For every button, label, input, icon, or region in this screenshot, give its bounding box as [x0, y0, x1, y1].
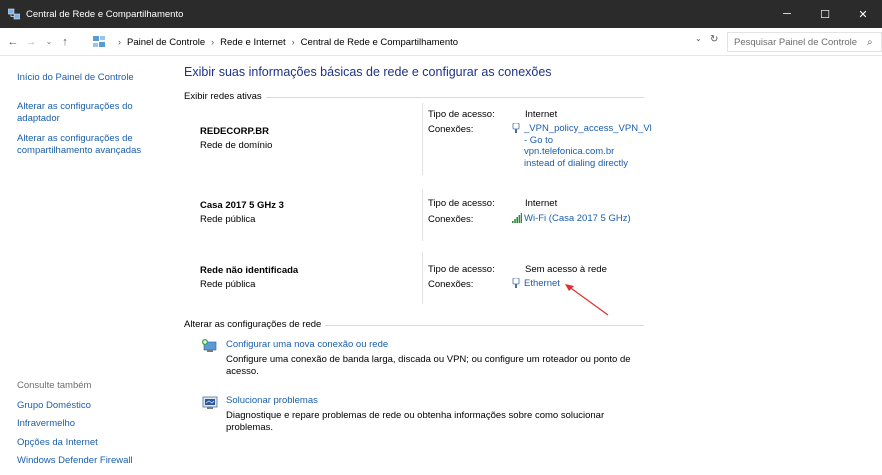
network-type: Rede pública [200, 214, 256, 225]
up-button[interactable]: ↑ [58, 32, 72, 52]
network-name: Rede não identificada [200, 265, 299, 276]
ethernet-connection-link[interactable]: Ethernet [512, 277, 560, 293]
new-connection-icon [201, 338, 219, 356]
see-also-heading: Consulte também [17, 380, 92, 391]
change-adapter-settings-link[interactable]: Alterar as configurações do adaptador [17, 101, 157, 125]
vpn-connection-link[interactable]: _VPN_policy_access_VPN_Vl - Go to vpn.te… [512, 122, 652, 169]
see-also-infrared-link[interactable]: Infravermelho [17, 418, 75, 430]
change-sharing-settings-link[interactable]: Alterar as configurações de compartilham… [17, 133, 167, 157]
search-icon[interactable]: ⌕ [867, 37, 881, 48]
back-button[interactable]: ← [6, 32, 20, 52]
access-type-value: Internet [525, 198, 558, 209]
column-divider [422, 189, 423, 241]
search-placeholder: Pesquisar Painel de Controle [734, 36, 858, 48]
connections-label: Conexões: [428, 279, 474, 290]
network-name: REDECORP.BR [200, 126, 269, 137]
breadcrumb-separator: › [211, 37, 215, 47]
setup-new-connection-link[interactable]: Configurar uma nova conexão ou rede [226, 339, 388, 350]
access-type-label: Tipo de acesso: [428, 109, 495, 120]
wifi-signal-icon [512, 213, 522, 227]
address-bar: ← → ⌄ ↑ › Painel de Controle › Rede e In… [0, 28, 882, 56]
column-divider [422, 252, 423, 304]
connections-label: Conexões: [428, 214, 474, 225]
setup-new-connection-description: Configure uma conexão de banda larga, di… [226, 354, 631, 377]
access-type-label: Tipo de acesso: [428, 198, 495, 209]
close-button[interactable]: ✕ [844, 0, 882, 28]
see-also-firewall-link[interactable]: Windows Defender Firewall [17, 455, 133, 467]
control-panel-icon [92, 35, 106, 49]
breadcrumb-central[interactable]: Central de Rede e Compartilhamento [301, 37, 458, 48]
breadcrumb-rede-internet[interactable]: Rede e Internet [220, 37, 286, 48]
breadcrumb[interactable]: › Painel de Controle › Rede e Internet ›… [92, 32, 700, 52]
maximize-button[interactable]: ☐ [806, 0, 844, 28]
breadcrumb-painel[interactable]: Painel de Controle [127, 37, 205, 48]
page-title: Exibir suas informações básicas de rede … [184, 65, 552, 79]
access-type-value: Sem acesso à rede [525, 264, 607, 275]
annotation-arrow [565, 284, 609, 316]
refresh-icon[interactable]: ↻ [710, 34, 718, 45]
breadcrumb-separator: › [118, 37, 121, 47]
minimize-button[interactable]: ─ [768, 0, 806, 28]
see-also-homegroup-link[interactable]: Grupo Doméstico [17, 400, 91, 412]
ethernet-connection-text: Ethernet [524, 278, 560, 289]
network-type: Rede pública [200, 279, 256, 290]
network-type: Rede de domínio [200, 140, 273, 151]
recent-locations-button[interactable]: ⌄ [42, 32, 56, 52]
forward-button[interactable]: → [24, 32, 38, 52]
access-type-label: Tipo de acesso: [428, 264, 495, 275]
vpn-connection-text: _VPN_policy_access_VPN_Vl - Go to vpn.te… [524, 123, 652, 169]
control-panel-home-link[interactable]: Início do Painel de Controle [17, 72, 167, 84]
troubleshoot-icon [201, 394, 219, 412]
main-content: Exibir suas informações básicas de rede … [172, 56, 882, 475]
address-dropdown-icon[interactable]: ⌄ [695, 34, 702, 43]
column-divider [422, 103, 423, 175]
vpn-adapter-icon [512, 122, 522, 169]
wifi-connection-text: Wi-Fi (Casa 2017 5 GHz) [524, 213, 631, 224]
network-center-icon [8, 8, 20, 20]
active-networks-label: Exibir redes ativas [184, 91, 266, 102]
ethernet-adapter-icon [512, 277, 522, 293]
change-settings-label: Alterar as configurações de rede [184, 319, 326, 330]
breadcrumb-separator: › [291, 37, 295, 47]
search-input[interactable]: Pesquisar Painel de Controle ⌕ [727, 32, 882, 52]
connections-label: Conexões: [428, 124, 474, 135]
title-bar: Central de Rede e Compartilhamento ─ ☐ ✕ [0, 0, 882, 28]
left-pane: Início do Painel de Controle Alterar as … [0, 56, 172, 475]
wifi-connection-link[interactable]: Wi-Fi (Casa 2017 5 GHz) [512, 213, 631, 227]
troubleshoot-link[interactable]: Solucionar problemas [226, 395, 318, 406]
window-title: Central de Rede e Compartilhamento [26, 8, 184, 20]
access-type-value: Internet [525, 109, 558, 120]
troubleshoot-description: Diagnostique e repare problemas de rede … [226, 410, 605, 433]
network-name: Casa 2017 5 GHz 3 [200, 200, 284, 211]
see-also-internet-options-link[interactable]: Opções da Internet [17, 437, 98, 449]
